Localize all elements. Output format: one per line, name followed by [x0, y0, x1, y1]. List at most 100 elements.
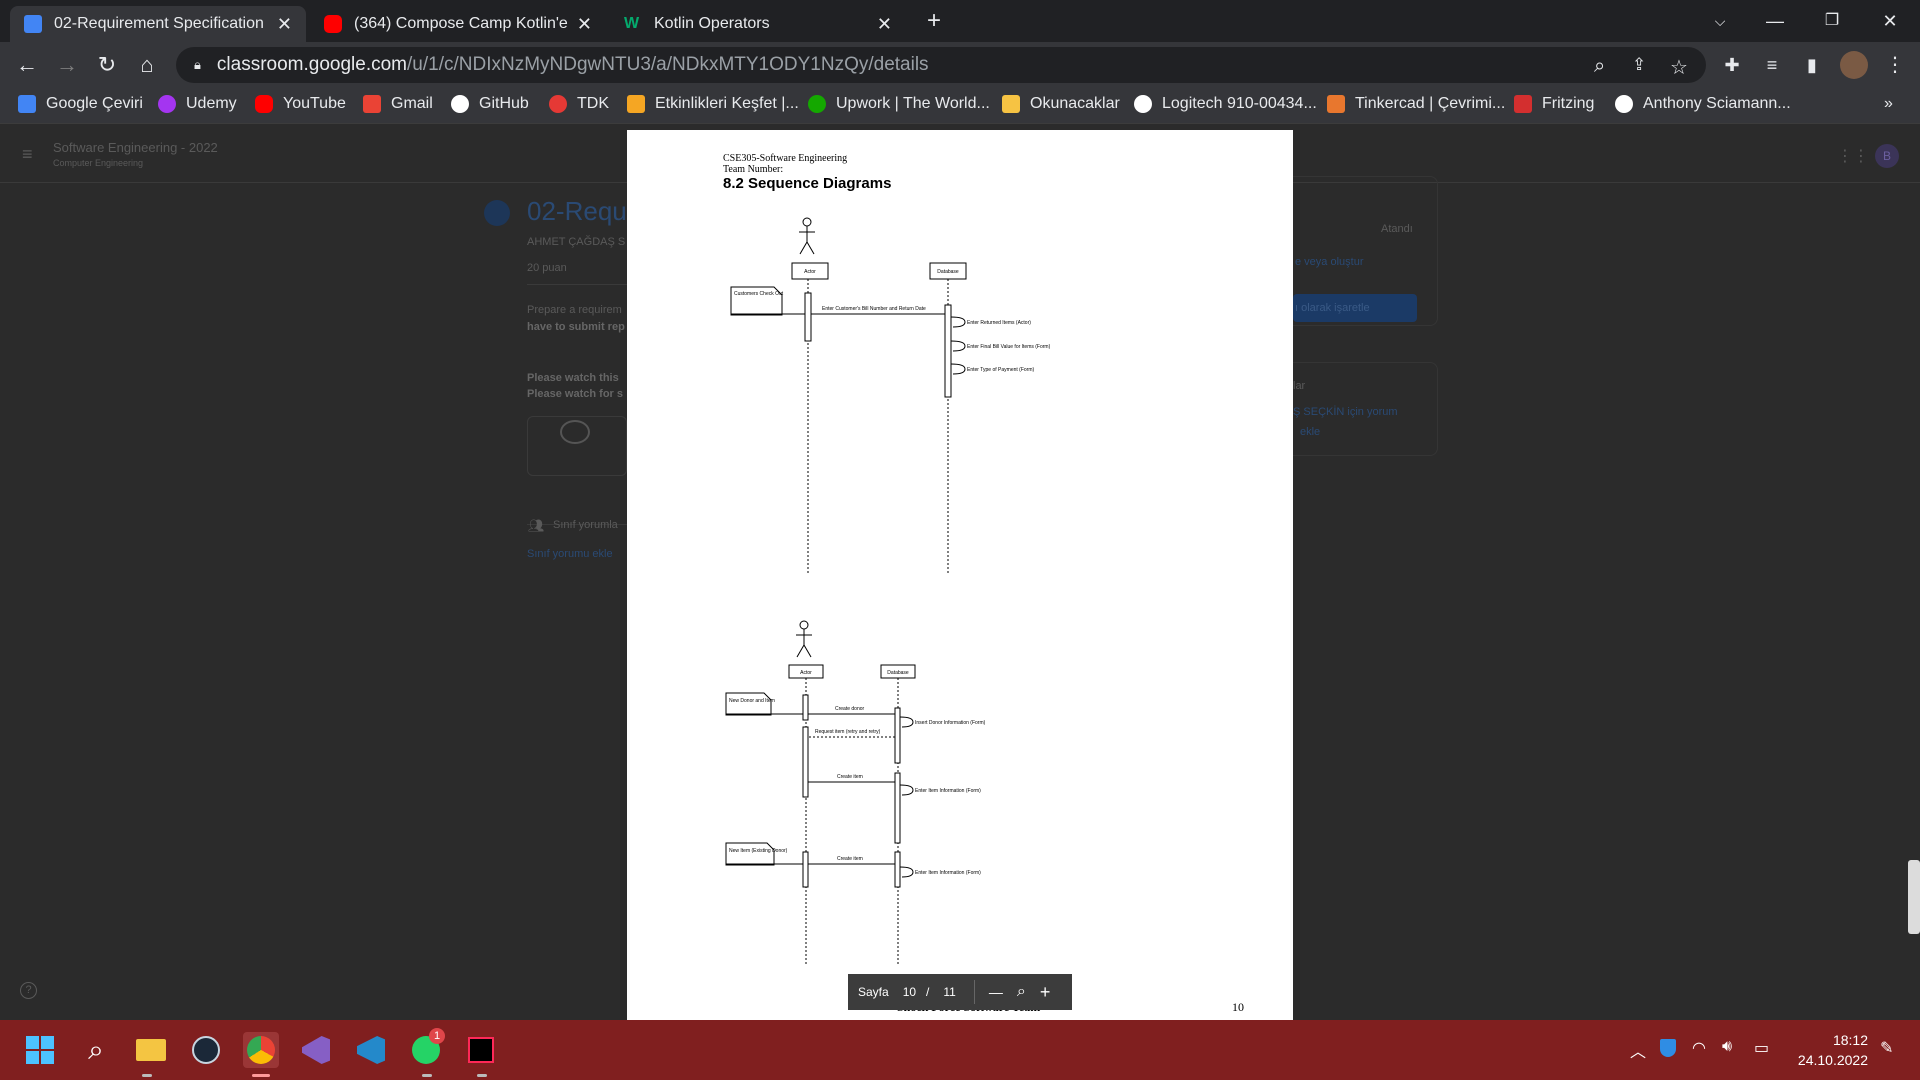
tab-title: Kotlin Operators	[654, 15, 770, 32]
forward-button[interactable]: →	[52, 50, 82, 80]
diagram-labels: Actor Database Customers Check Out Enter…	[729, 269, 1051, 876]
assignment-icon	[484, 200, 510, 226]
vscode-icon[interactable]	[353, 1032, 389, 1068]
bookmark-okunacaklar[interactable]: Okunacaklar	[1002, 95, 1120, 113]
add-or-create-button[interactable]: e veya oluştur	[1295, 256, 1363, 268]
self-message-4	[899, 716, 914, 728]
d1-note-label: Customers Check Out	[734, 291, 784, 297]
running-indicator	[477, 1074, 487, 1077]
attachment-thumbnail-icon	[560, 420, 590, 444]
intellij-icon[interactable]	[463, 1032, 499, 1068]
windows-logo-icon	[26, 1036, 54, 1064]
folder-shape	[136, 1039, 166, 1061]
battery-icon[interactable]: ▭	[1754, 1038, 1769, 1058]
d1-message-label: Enter Customer's Bill Number and Return …	[822, 306, 926, 312]
bookmark-etkinlikleri[interactable]: Etkinlikleri Keşfet |...	[627, 95, 799, 113]
zoom-in-button[interactable]: +	[1040, 982, 1051, 1003]
description-line-2: have to submit rep	[527, 321, 625, 333]
url-host: classroom.google.com	[216, 54, 408, 75]
close-window-button[interactable]: ✕	[1870, 6, 1910, 36]
close-tab-icon[interactable]: ✕	[877, 14, 892, 35]
bookmark-tinkercad[interactable]: Tinkercad | Çevrimi...	[1327, 95, 1505, 113]
bookmarks-bar: Google Çeviri Udemy YouTube Gmail GitHub…	[0, 88, 1920, 124]
scrollbar-thumb[interactable]	[1908, 860, 1920, 934]
classroom-icon	[24, 15, 42, 33]
clock-time[interactable]: 18:12	[1812, 1032, 1868, 1048]
help-icon[interactable]: ?	[20, 982, 37, 999]
zoom-out-button[interactable]: —	[989, 984, 1003, 1000]
bookmark-google-ceviri[interactable]: Google Çeviri	[18, 95, 143, 113]
search-icon[interactable]: ⌕	[78, 1032, 114, 1068]
note-shape-3	[725, 842, 775, 866]
bookmark-upwork[interactable]: Upwork | The World...	[808, 95, 990, 113]
vscode-logo	[357, 1036, 385, 1064]
tdk-icon	[549, 95, 567, 113]
security-shield-icon[interactable]	[1660, 1039, 1676, 1057]
minimize-button[interactable]: —	[1755, 6, 1795, 36]
tab-search-icon[interactable]: ⌵	[1700, 6, 1740, 36]
menu-icon[interactable]: ⋮	[1880, 50, 1910, 80]
close-tab-icon[interactable]: ✕	[277, 14, 292, 35]
self-message-3	[950, 363, 966, 375]
extensions-icon[interactable]: ✚	[1717, 50, 1747, 80]
tab-title: (364) Compose Camp Kotlin'e Gir	[354, 15, 569, 32]
tab-requirement-specification[interactable]: 02-Requirement Specification ✕	[10, 6, 306, 42]
notifications-icon[interactable]: ✎	[1880, 1038, 1893, 1058]
bookmark-star-icon[interactable]: ☆	[1670, 55, 1688, 80]
bookmark-tdk[interactable]: TDK	[549, 95, 609, 113]
side-panel-icon[interactable]: ▮	[1797, 50, 1827, 80]
more-bookmarks-icon[interactable]: »	[1884, 95, 1893, 113]
add-private-comment-link-2[interactable]: ekle	[1300, 426, 1320, 438]
bookmark-label: Udemy	[186, 95, 237, 112]
bookmark-github[interactable]: GitHub	[451, 95, 529, 113]
volume-icon[interactable]: 🔊︎	[1722, 1038, 1732, 1056]
profile-avatar[interactable]	[1840, 51, 1868, 79]
wifi-icon[interactable]: ◠	[1692, 1038, 1706, 1058]
new-tab-button[interactable]: +	[914, 6, 954, 36]
visual-studio-icon[interactable]	[298, 1032, 334, 1068]
share-icon[interactable]: ⇪	[1632, 55, 1646, 75]
bookmark-fritzing[interactable]: Fritzing	[1514, 95, 1594, 113]
restore-button[interactable]: ❐	[1812, 6, 1852, 36]
tab-compose-camp[interactable]: (364) Compose Camp Kotlin'e Gir ✕	[310, 6, 606, 42]
bookmark-youtube[interactable]: YouTube	[255, 95, 346, 113]
account-avatar[interactable]: B	[1875, 144, 1899, 168]
assignment-title: 02-Requ	[527, 196, 627, 226]
chrome-icon[interactable]	[243, 1032, 279, 1068]
hamburger-menu-icon[interactable]: ≡	[22, 144, 33, 165]
close-tab-icon[interactable]: ✕	[577, 14, 592, 35]
home-button[interactable]: ⌂	[132, 50, 162, 80]
chevron-up-icon[interactable]: ︿	[1630, 1038, 1646, 1062]
add-class-comment-link[interactable]: Sınıf yorumu ekle	[527, 548, 613, 560]
clock-date[interactable]: 24.10.2022	[1796, 1052, 1868, 1068]
apps-grid-icon[interactable]: ⋮⋮	[1837, 146, 1869, 166]
bookmark-label: YouTube	[283, 95, 346, 112]
zoom-icon[interactable]: ⌕	[1594, 55, 1605, 78]
current-page-input[interactable]: 10	[903, 985, 916, 999]
address-bar[interactable]: 🔒︎ classroom.google.com /u/1/c/NDIxNzMyN…	[176, 47, 1706, 83]
url-path: /u/1/c/NDIxNzMyNDgwNTU3/a/NDkxMTY1ODY1Nz…	[407, 54, 929, 75]
actor-figure-2-leg	[803, 644, 812, 658]
windows-start-icon[interactable]	[22, 1032, 58, 1068]
add-private-comment-link[interactable]: Ş SEÇKİN için yorum	[1293, 406, 1398, 418]
tab-kotlin-operators[interactable]: W Kotlin Operators ✕	[610, 6, 906, 42]
reload-button[interactable]: ↻	[92, 50, 122, 80]
zoom-icon[interactable]: ⌕	[1017, 983, 1026, 1001]
bookmark-logitech[interactable]: Logitech 910-00434...	[1134, 95, 1317, 113]
media-control-icon[interactable]: ≡	[1757, 50, 1787, 80]
bookmark-gmail[interactable]: Gmail	[363, 95, 433, 113]
back-button[interactable]: ←	[12, 50, 42, 80]
youtube-icon	[255, 95, 273, 113]
d2-note2-label: New Item (Existing Donor)	[729, 848, 788, 854]
d1-self2-label: Enter Final Bill Value for Items (Form)	[967, 344, 1051, 350]
running-indicator	[142, 1074, 152, 1077]
watch-line-2: Please watch for s	[527, 388, 623, 400]
d2-actor-label: Actor	[800, 670, 812, 676]
bookmark-anthony[interactable]: Anthony Sciamann...	[1615, 95, 1791, 113]
steam-icon[interactable]	[188, 1032, 224, 1068]
bookmark-udemy[interactable]: Udemy	[158, 95, 237, 113]
mark-as-done-button[interactable]: ı olarak işaretle	[1293, 294, 1417, 322]
bookmark-label: Okunacaklar	[1030, 95, 1120, 112]
class-comments-label: Sınıf yorumla	[553, 519, 618, 531]
file-explorer-icon[interactable]	[133, 1032, 169, 1068]
